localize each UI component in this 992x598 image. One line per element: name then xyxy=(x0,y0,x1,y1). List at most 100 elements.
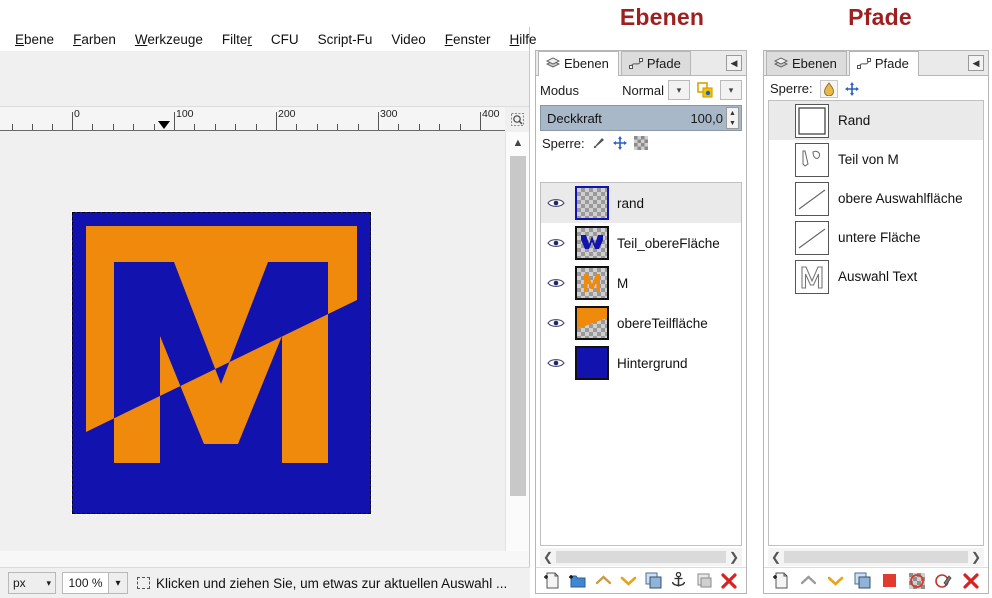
lower-layer-button[interactable] xyxy=(618,571,638,591)
scroll-track[interactable] xyxy=(556,551,726,563)
lock-strokes-button[interactable] xyxy=(819,79,838,98)
dock-menu-button[interactable]: ◀ xyxy=(726,55,742,71)
tab-pfade[interactable]: Pfade xyxy=(848,51,919,76)
duplicate-layer-button[interactable] xyxy=(644,571,664,591)
layer-visibility-toggle[interactable] xyxy=(545,317,567,329)
paths-horizontal-scrollbar[interactable]: ❮ ❯ xyxy=(768,548,984,566)
merge-layer-button[interactable] xyxy=(694,571,714,591)
ruler-tick-label: 200 xyxy=(278,108,296,120)
unit-selector[interactable]: px ▾ xyxy=(8,572,56,594)
zoom-value[interactable]: 100 % xyxy=(62,572,108,594)
horizontal-ruler[interactable]: 0 100 200 300 400 xyxy=(0,107,506,131)
vertical-scroll-thumb[interactable] xyxy=(510,156,526,496)
anchor-layer-button[interactable] xyxy=(669,571,689,591)
tab-ebenen[interactable]: Ebenen xyxy=(538,51,619,76)
new-layer-button[interactable] xyxy=(543,571,563,591)
path-to-selection-button[interactable] xyxy=(880,571,900,591)
artboard[interactable] xyxy=(71,211,372,515)
opacity-value[interactable]: 100,0 xyxy=(690,111,726,126)
raise-path-button[interactable] xyxy=(799,571,819,591)
layer-row[interactable]: Teil_obereFläche xyxy=(541,223,741,263)
scroll-left-arrow-icon[interactable]: ❮ xyxy=(540,550,556,564)
opacity-spinner[interactable]: ▲ ▼ xyxy=(726,107,739,129)
dock-menu-button[interactable]: ◀ xyxy=(968,55,984,71)
status-message: Klicken und ziehen Sie, um etwas zur akt… xyxy=(156,575,508,591)
new-layer-group-button[interactable] xyxy=(568,571,588,591)
layers-horizontal-scrollbar[interactable]: ❮ ❯ xyxy=(540,548,742,566)
menu-item-cfu[interactable]: CFU xyxy=(262,30,308,49)
layer-visibility-toggle[interactable] xyxy=(545,197,567,209)
layer-name[interactable]: Teil_obereFläche xyxy=(617,236,720,251)
paths-lock-row: Sperre: xyxy=(764,76,988,101)
layer-name[interactable]: M xyxy=(617,276,628,291)
canvas-vertical-scrollbar[interactable]: ▲ ▼ xyxy=(505,132,529,567)
layer-name[interactable]: obereTeilfläche xyxy=(617,316,708,331)
mode-dropdown-button[interactable]: ▾ xyxy=(668,80,690,100)
path-name[interactable]: obere Auswahlfläche xyxy=(838,191,963,206)
ruler-corner-button[interactable] xyxy=(505,107,529,131)
spinner-up-icon[interactable]: ▲ xyxy=(727,108,738,118)
menu-item-werkzeuge[interactable]: Werkzeuge xyxy=(126,30,212,49)
image-canvas[interactable] xyxy=(0,132,506,567)
layer-row[interactable]: obereTeilfläche xyxy=(541,303,741,343)
layer-row[interactable]: Hintergrund xyxy=(541,343,741,383)
menu-item-farben[interactable]: Farben xyxy=(64,30,125,49)
path-row[interactable]: Rand xyxy=(769,101,983,140)
move-icon xyxy=(844,81,859,96)
lock-alpha-button[interactable] xyxy=(633,136,648,150)
layer-row[interactable]: M xyxy=(541,263,741,303)
path-name[interactable]: untere Fläche xyxy=(838,230,921,245)
scroll-up-arrow-icon[interactable]: ▲ xyxy=(506,132,530,154)
canvas-navigation-button[interactable] xyxy=(505,551,529,567)
path-name[interactable]: Teil von M xyxy=(838,152,899,167)
tab-label: Pfade xyxy=(874,56,909,71)
menu-item-script-fu[interactable]: Script-Fu xyxy=(309,30,382,49)
menu-item-hilfe[interactable]: Hilfe xyxy=(501,30,546,49)
menu-item-ebene[interactable]: EEbenebene xyxy=(6,30,63,49)
tab-ebenen[interactable]: Ebenen xyxy=(766,51,847,75)
raise-layer-button[interactable] xyxy=(593,571,613,591)
delete-path-button[interactable] xyxy=(961,571,981,591)
menu-item-video[interactable]: Video xyxy=(382,30,434,49)
selection-to-path-button[interactable] xyxy=(907,571,927,591)
path-row[interactable]: Teil von M xyxy=(769,140,983,179)
chevron-down-icon[interactable]: ▾ xyxy=(108,572,128,594)
new-path-button[interactable] xyxy=(772,571,792,591)
layers-list[interactable]: rand Teil_obereFläche M obereTeilfläche … xyxy=(540,182,742,546)
path-row[interactable]: untere Fläche xyxy=(769,218,983,257)
eye-icon xyxy=(547,359,565,367)
lock-position-button[interactable] xyxy=(612,136,627,150)
layer-name[interactable]: Hintergrund xyxy=(617,356,688,371)
path-row[interactable]: obere Auswahlfläche xyxy=(769,179,983,218)
lock-pixels-button[interactable] xyxy=(592,136,606,150)
eye-icon xyxy=(547,199,565,207)
layer-visibility-toggle[interactable] xyxy=(545,357,567,369)
zoom-selector[interactable]: 100 % ▾ xyxy=(62,572,128,594)
layer-visibility-toggle[interactable] xyxy=(545,277,567,289)
link-layers-button[interactable] xyxy=(694,80,716,100)
menu-item-filter[interactable]: Filter xyxy=(213,30,261,49)
lower-path-button[interactable] xyxy=(826,571,846,591)
paths-list[interactable]: Rand Teil von M obere Auswahlfläche unte… xyxy=(768,100,984,546)
menu-item-fenster[interactable]: Fenster xyxy=(436,30,500,49)
spinner-down-icon[interactable]: ▼ xyxy=(727,118,738,128)
path-name[interactable]: Auswahl Text xyxy=(838,269,917,284)
stroke-path-button[interactable] xyxy=(934,571,954,591)
opacity-row[interactable]: Deckkraft 100,0 ▲ ▼ xyxy=(540,105,742,131)
duplicate-path-button[interactable] xyxy=(853,571,873,591)
scroll-right-arrow-icon[interactable]: ❯ xyxy=(726,550,742,564)
toolbar-strip xyxy=(0,51,529,107)
scroll-track[interactable] xyxy=(784,551,968,563)
layer-name[interactable]: rand xyxy=(617,196,644,211)
mode-options-dropdown[interactable]: ▾ xyxy=(720,80,742,100)
lock-position-button[interactable] xyxy=(844,81,859,96)
layer-visibility-toggle[interactable] xyxy=(545,237,567,249)
canvas-horizontal-scrollbar[interactable] xyxy=(0,551,506,567)
scroll-left-arrow-icon[interactable]: ❮ xyxy=(768,550,784,564)
path-row[interactable]: Auswahl Text xyxy=(769,257,983,296)
scroll-right-arrow-icon[interactable]: ❯ xyxy=(968,550,984,564)
layer-row[interactable]: rand xyxy=(541,183,741,223)
path-name[interactable]: Rand xyxy=(838,113,870,128)
delete-layer-button[interactable] xyxy=(719,571,739,591)
tab-pfade[interactable]: Pfade xyxy=(620,51,691,75)
